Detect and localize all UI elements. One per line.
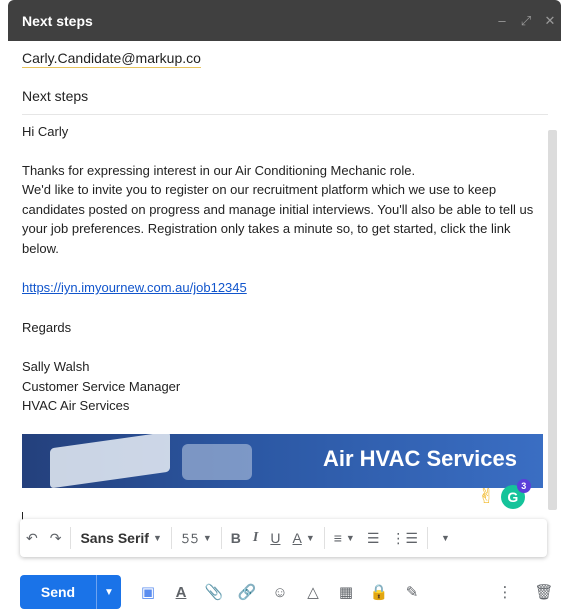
signature-name: Sally Walsh (22, 359, 90, 374)
registration-link[interactable]: https://iyn.imyournew.com.au/job12345 (22, 280, 247, 295)
peace-hand-icon: ✌ (478, 486, 495, 508)
scrollbar[interactable] (548, 130, 557, 510)
air-conditioner-graphic (50, 434, 170, 488)
link-icon[interactable]: 🔗 (234, 579, 260, 605)
font-select[interactable]: Sans Serif ▼ (74, 524, 167, 552)
minimize-icon[interactable]: – (495, 13, 509, 29)
signature-role: Customer Service Manager (22, 378, 181, 394)
drive-icon[interactable]: △ (300, 579, 326, 605)
trash-icon[interactable]: 🗑 (531, 579, 557, 605)
send-options-icon[interactable]: ▼ (96, 575, 121, 609)
numbered-list-icon[interactable]: ☰ (361, 524, 386, 552)
text-format-icon[interactable]: A (168, 579, 194, 605)
compose-title: Next steps (22, 12, 93, 29)
grammarly-badge: 3 (516, 478, 531, 493)
body-paragraph: We'd like to invite you to register on o… (22, 182, 534, 256)
subject-field[interactable]: Next steps (22, 88, 548, 115)
bold-icon[interactable]: B (225, 524, 247, 552)
hvac-unit-graphic (182, 444, 252, 480)
bulleted-list-icon[interactable]: ⋮☰ (385, 524, 424, 552)
attach-icon[interactable]: 📎 (201, 579, 227, 605)
underline-icon[interactable]: U (264, 524, 286, 552)
compose-actions: Send ▼ ▣ A 📎 🔗 ☺ △ ▦ 🔒 ✎ ⋮ 🗑 (20, 574, 561, 610)
text-color-icon[interactable]: A ▼ (286, 524, 320, 552)
grammarly-icon[interactable]: G 3 (500, 478, 531, 509)
assist-icons: ✌ G 3 (478, 478, 531, 509)
confidential-icon[interactable]: 🔒 (366, 579, 392, 605)
more-formatting-icon[interactable]: ▼ (431, 524, 456, 552)
signature-banner: Air HVAC Services (22, 434, 543, 488)
emoji-icon[interactable]: ☺ (267, 579, 293, 605)
undo-icon[interactable]: ↶ (20, 524, 44, 552)
close-icon[interactable]: ✕ (543, 13, 557, 29)
message-body[interactable]: Hi Carly Thanks for expressing interest … (22, 122, 544, 416)
italic-icon[interactable]: I (247, 524, 264, 552)
expand-icon[interactable]: ⤢ (519, 13, 533, 29)
signature-icon[interactable]: ✎ (399, 579, 425, 605)
greeting: Hi Carly (22, 124, 69, 139)
formatting-toolbar: ↶ ↷ Sans Serif ▼ 𝟻𝟻 ▼ B I U A ▼ ≡ ▼ ☰ ⋮☰ ▼ (20, 519, 547, 557)
signature-company: HVAC Air Services (22, 398, 130, 413)
recipient-chip[interactable]: Carly.Candidate@markup.co (22, 50, 201, 68)
font-size-icon[interactable]: 𝟻𝟻 ▼ (175, 524, 218, 552)
body-line-1: Thanks for expressing interest in our Ai… (22, 162, 416, 178)
to-field[interactable]: Carly.Candidate@markup.co (22, 50, 542, 76)
closing: Regards (22, 319, 72, 335)
photo-icon[interactable]: ▦ (333, 579, 359, 605)
chevron-down-icon: ▼ (152, 533, 162, 543)
compose-titlebar: Next steps – ⤢ ✕ (8, 0, 561, 41)
redo-icon[interactable]: ↷ (44, 524, 68, 552)
banner-title: Air HVAC Services (322, 446, 517, 471)
formatting-options-icon[interactable]: ▣ (135, 579, 161, 605)
align-icon[interactable]: ≡ ▼ (328, 524, 361, 552)
more-options-icon[interactable]: ⋮ (492, 579, 518, 605)
window-controls: – ⤢ ✕ (495, 13, 557, 29)
send-button[interactable]: Send (20, 575, 96, 609)
